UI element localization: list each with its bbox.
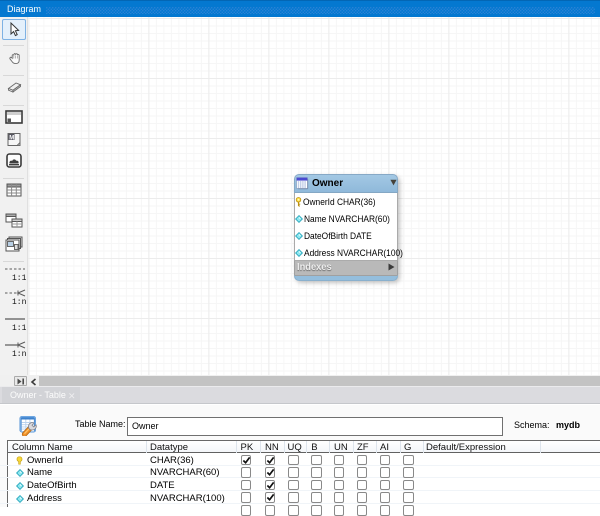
svg-text:1:1: 1:1 xyxy=(12,274,26,282)
svg-text:1:n: 1:n xyxy=(12,350,26,357)
svg-text:1:n: 1:n xyxy=(12,298,26,305)
svg-text:M: M xyxy=(9,135,14,141)
svg-text:1:1: 1:1 xyxy=(12,324,26,332)
